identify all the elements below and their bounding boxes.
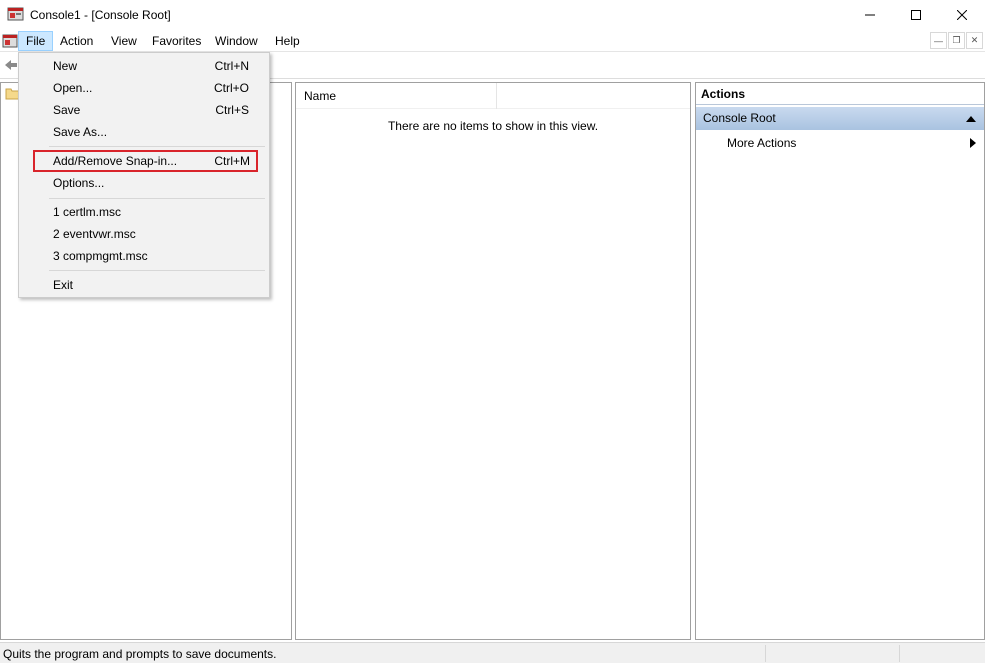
empty-view-message: There are no items to show in this view.: [387, 119, 599, 133]
minimize-icon: [865, 14, 875, 16]
menu-favorites[interactable]: Favorites: [145, 31, 208, 51]
actions-pane: Actions Console Root More Actions: [695, 82, 985, 640]
results-pane[interactable]: Name There are no items to show in this …: [295, 82, 691, 640]
list-header: Name: [296, 83, 690, 109]
menu-bar: File Action View Favorites Window Help —…: [0, 30, 985, 52]
mdi-controls: — ❐ ✕: [929, 32, 983, 49]
menu-file[interactable]: File: [18, 31, 54, 51]
close-icon: [957, 10, 967, 20]
status-separator: [899, 645, 900, 662]
close-button[interactable]: [939, 0, 985, 30]
menu-window[interactable]: Window: [208, 31, 265, 51]
menu-separator: [49, 146, 265, 147]
mdi-close-button[interactable]: ✕: [966, 32, 983, 49]
file-menu-dropdown: New Ctrl+N Open... Ctrl+O Save Ctrl+S Sa…: [18, 52, 270, 298]
file-menu-exit[interactable]: Exit: [21, 274, 267, 296]
file-menu-open[interactable]: Open... Ctrl+O: [21, 77, 267, 99]
menu-action[interactable]: Action: [53, 31, 100, 51]
minimize-button[interactable]: [847, 0, 893, 30]
file-menu-save-as[interactable]: Save As...: [21, 121, 267, 143]
more-actions-item[interactable]: More Actions: [696, 133, 984, 153]
file-menu-options[interactable]: Options...: [21, 172, 267, 194]
file-menu-new[interactable]: New Ctrl+N: [21, 55, 267, 77]
menu-separator: [49, 270, 265, 271]
menu-separator: [49, 198, 265, 199]
maximize-icon: [911, 10, 921, 20]
window-title: Console1 - [Console Root]: [30, 8, 171, 22]
submenu-arrow-icon: [970, 138, 976, 148]
status-bar: Quits the program and prompts to save do…: [0, 642, 985, 663]
file-menu-save[interactable]: Save Ctrl+S: [21, 99, 267, 121]
column-header-name[interactable]: Name: [296, 83, 497, 109]
menu-help[interactable]: Help: [268, 31, 307, 51]
mdi-minimize-button[interactable]: —: [930, 32, 947, 49]
actions-section-label: Console Root: [703, 111, 776, 125]
mdi-restore-button[interactable]: ❐: [948, 32, 965, 49]
status-text: Quits the program and prompts to save do…: [3, 647, 277, 661]
actions-section-console-root[interactable]: Console Root: [696, 107, 984, 130]
back-arrow-icon[interactable]: [4, 58, 18, 75]
maximize-button[interactable]: [893, 0, 939, 30]
mmc-app-icon[interactable]: [7, 6, 24, 22]
title-bar: Console1 - [Console Root]: [0, 0, 985, 30]
collapse-arrow-icon[interactable]: [966, 116, 976, 122]
file-menu-recent-1[interactable]: 1 certlm.msc: [21, 201, 267, 223]
status-separator: [765, 645, 766, 662]
file-menu-recent-3[interactable]: 3 compmgmt.msc: [21, 245, 267, 267]
system-menu-icon[interactable]: [2, 33, 18, 49]
menu-view[interactable]: View: [104, 31, 144, 51]
actions-header: Actions: [696, 83, 984, 105]
more-actions-label: More Actions: [727, 136, 797, 150]
file-menu-add-remove-snap-in[interactable]: Add/Remove Snap-in... Ctrl+M: [33, 150, 258, 172]
file-menu-recent-2[interactable]: 2 eventvwr.msc: [21, 223, 267, 245]
